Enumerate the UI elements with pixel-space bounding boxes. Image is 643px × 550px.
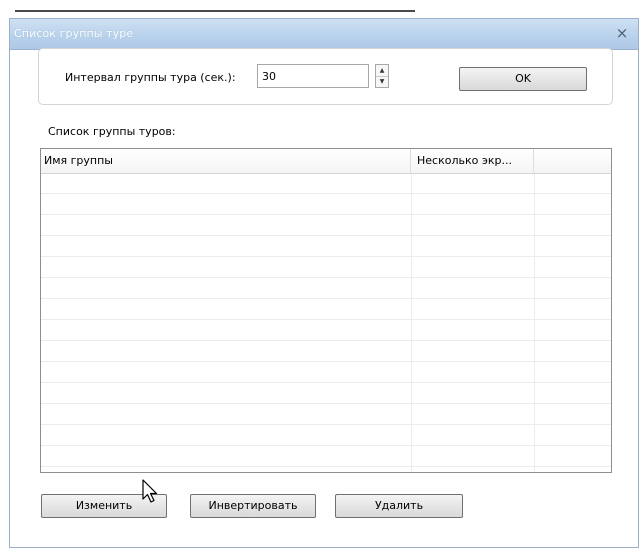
interval-input[interactable] [257,64,369,88]
column-header-empty[interactable] [534,149,611,173]
chevron-down-icon[interactable]: ▼ [376,76,388,87]
table-body [41,174,611,472]
table-row[interactable] [41,237,611,257]
column-header-group-name[interactable]: Имя группы [41,149,411,173]
delete-button[interactable]: Удалить [335,494,463,518]
background-strip [0,0,643,12]
interval-stepper[interactable]: ▲ ▼ [375,64,389,88]
mouse-pointer-icon [142,479,158,503]
ok-button[interactable]: OK [459,67,587,91]
interval-label: Интервал группы тура (сек.): [65,71,236,84]
title-bar[interactable]: Список группы туре × [10,19,638,50]
table-row[interactable] [41,258,611,278]
tour-group-table[interactable]: Имя группы Несколько экр... [40,148,612,473]
table-row[interactable] [41,447,611,467]
background-line [15,10,415,12]
table-row[interactable] [41,174,611,194]
table-row[interactable] [41,195,611,215]
table-row[interactable] [41,426,611,446]
table-row[interactable] [41,279,611,299]
table-row[interactable] [41,216,611,236]
window-title: Список группы туре [14,27,134,40]
list-title: Список группы туров: [48,125,176,138]
table-row[interactable] [41,300,611,320]
table-row[interactable] [41,342,611,362]
invert-button[interactable]: Инвертировать [190,494,316,518]
table-header: Имя группы Несколько экр... [41,149,611,174]
table-row[interactable] [41,321,611,341]
interval-settings-group: Интервал группы тура (сек.): ▲ ▼ OK [38,48,613,105]
close-icon[interactable]: × [614,24,630,42]
table-row[interactable] [41,384,611,404]
table-row[interactable] [41,405,611,425]
column-header-multi-screen[interactable]: Несколько экр... [411,149,534,173]
table-row[interactable] [41,363,611,383]
